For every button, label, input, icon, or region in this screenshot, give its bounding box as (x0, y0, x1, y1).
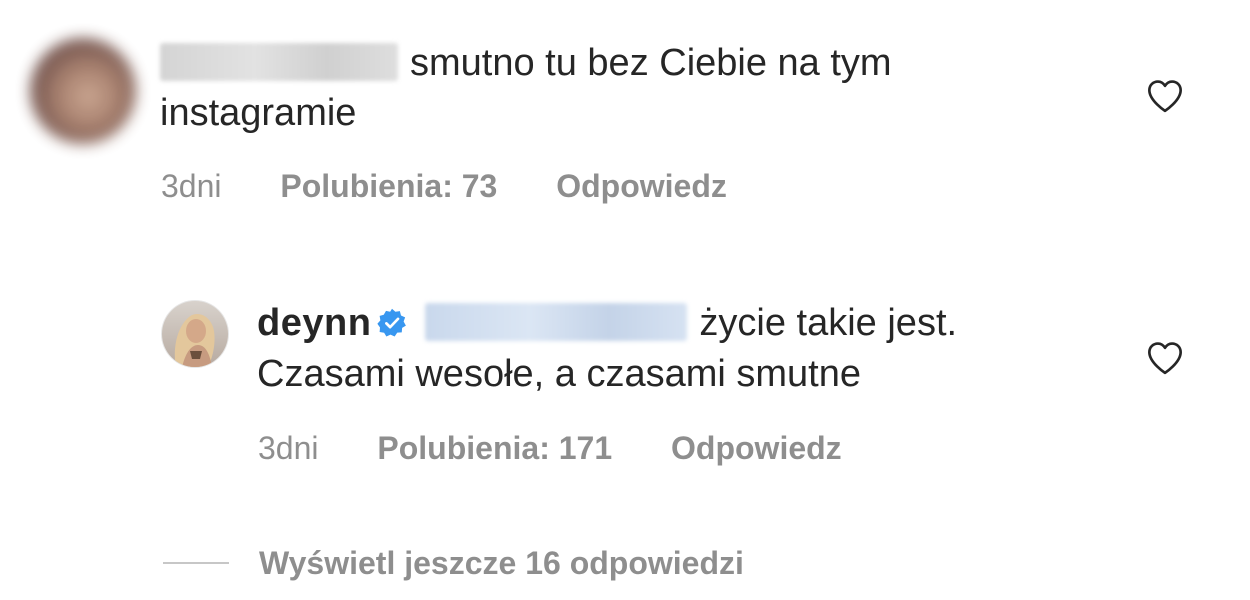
avatar-photo (162, 301, 228, 367)
username[interactable]: deynn (257, 302, 371, 344)
comment-meta: 3dni Polubienia: 171 Odpowiedz (258, 428, 842, 468)
avatar[interactable] (162, 301, 228, 367)
divider-line (163, 562, 229, 564)
likes-count[interactable]: Polubienia: 73 (280, 168, 497, 204)
comment-timestamp[interactable]: 3dni (258, 430, 319, 466)
likes-count[interactable]: Polubienia: 171 (377, 430, 612, 466)
comment-body: smutno tu bez Ciebie na tym instagramie (160, 38, 1060, 138)
comment-meta: 3dni Polubienia: 73 Odpowiedz (161, 166, 727, 206)
avatar[interactable] (30, 38, 136, 144)
view-more-replies[interactable]: Wyświetl jeszcze 16 odpowiedzi (163, 542, 744, 584)
heart-outline-icon[interactable] (1146, 340, 1184, 376)
blurred-username[interactable] (160, 43, 398, 81)
view-more-replies-label[interactable]: Wyświetl jeszcze 16 odpowiedzi (259, 545, 744, 582)
verified-badge-icon (377, 308, 407, 337)
heart-outline-icon[interactable] (1146, 78, 1184, 114)
comment-body: deynn życie takie jest. Czasami wesołe, … (257, 298, 1097, 400)
comment-timestamp[interactable]: 3dni (161, 168, 222, 204)
blurred-mention[interactable] (425, 303, 688, 341)
reply-button[interactable]: Odpowiedz (556, 168, 727, 204)
reply-button[interactable]: Odpowiedz (671, 430, 842, 466)
